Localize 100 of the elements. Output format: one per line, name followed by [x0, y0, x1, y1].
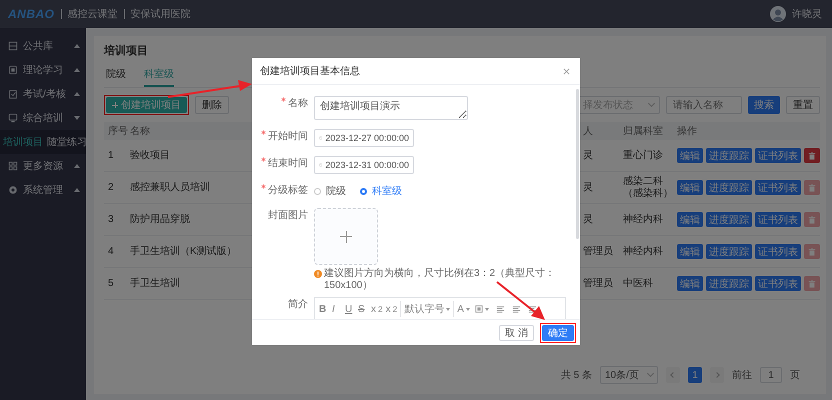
trash-icon	[808, 248, 816, 256]
nav-item[interactable]: 综合培训	[0, 106, 86, 130]
field-label: 开始时间	[258, 129, 308, 145]
action-button[interactable]: 编辑	[677, 212, 703, 227]
bold-button[interactable]: B	[319, 304, 329, 314]
italic-button[interactable]: I	[332, 304, 342, 314]
align-icon[interactable]	[496, 304, 505, 314]
nav-item[interactable]: 公共库	[0, 34, 86, 58]
table-cell: 防护用品穿脱	[130, 214, 190, 226]
avatar-icon[interactable]	[770, 6, 786, 22]
table-cell: 2	[108, 182, 114, 194]
tab[interactable]: 院级	[106, 64, 126, 87]
nav-item[interactable]: 考试/考核	[0, 82, 86, 106]
table-cell: 3	[108, 214, 114, 226]
action-button[interactable]: 证书列表	[755, 244, 801, 259]
plus-icon	[340, 230, 352, 242]
product-name: 感控云课堂	[68, 8, 118, 21]
action-button[interactable]: 编辑	[677, 276, 703, 291]
name-textarea[interactable]: 创建培训项目演示	[314, 96, 468, 120]
table-cell: 管理员	[583, 278, 613, 290]
nav-subitem[interactable]: 随堂练习	[47, 135, 87, 149]
table-cell: 手卫生培训（K测试版）	[130, 246, 237, 258]
cancel-button[interactable]: 取 消	[499, 324, 534, 340]
action-button[interactable]: 进度跟踪	[706, 212, 752, 227]
action-button[interactable]: 进度跟踪	[706, 148, 752, 163]
column-header: 序号	[108, 124, 128, 138]
table-cell: 感控兼职人员培训	[130, 182, 210, 194]
total-count: 共 5 条	[560, 368, 592, 382]
action-button[interactable]: 证书列表	[755, 180, 801, 195]
delete-icon-button[interactable]	[804, 148, 820, 163]
monitor-icon	[8, 113, 18, 123]
next-page-button[interactable]	[710, 367, 724, 383]
asterisk-icon	[261, 130, 266, 135]
delete-button[interactable]: 删除	[195, 96, 229, 114]
trash-icon	[808, 280, 816, 288]
background-color-icon[interactable]	[474, 305, 489, 313]
action-button[interactable]: 进度跟踪	[706, 180, 752, 195]
table-cell: 灵	[583, 150, 593, 162]
table-cell: 灵	[583, 182, 593, 194]
radio-option[interactable]: 院级	[314, 184, 346, 198]
nav-item[interactable]: 理论学习	[0, 58, 86, 82]
nav-subitem[interactable]: 培训项目	[3, 135, 43, 149]
table-cell: 神经内科	[623, 246, 663, 258]
align-icon[interactable]	[512, 304, 521, 314]
trash-icon	[808, 152, 816, 160]
user-name[interactable]: 许晓灵	[792, 7, 822, 21]
column-header: 人	[583, 125, 593, 138]
field-label: 名称	[258, 96, 308, 112]
action-button[interactable]: 编辑	[677, 244, 703, 259]
column-header: 操作	[677, 125, 697, 138]
action-button[interactable]: 编辑	[677, 148, 703, 163]
grid-icon	[8, 161, 18, 171]
strike-button[interactable]: S	[358, 304, 368, 314]
text-color-button[interactable]: A	[457, 304, 470, 314]
column-header: 归属科室	[623, 124, 663, 138]
radio-option[interactable]: 科室级	[360, 184, 402, 198]
action-button[interactable]: 证书列表	[755, 148, 801, 163]
table-cell: 管理员	[583, 246, 613, 258]
clock-icon	[319, 134, 322, 142]
datetime-field[interactable]: 2023-12-31 00:00:00	[314, 156, 414, 174]
field-label: 分级标签	[258, 183, 308, 199]
asterisk-icon	[281, 97, 286, 102]
font-size-select[interactable]: 默认字号	[404, 302, 450, 316]
action-button[interactable]: 编辑	[677, 180, 703, 195]
annotation-arrow	[496, 281, 545, 320]
trash-icon	[808, 216, 816, 224]
image-upload[interactable]	[314, 208, 378, 265]
underline-button[interactable]: U	[345, 304, 355, 314]
hospital-name: 安保试用医院	[130, 8, 190, 21]
align-icon[interactable]	[528, 304, 537, 314]
close-icon[interactable]	[563, 68, 570, 74]
table-cell: 5	[108, 278, 114, 290]
action-button[interactable]: 进度跟踪	[706, 244, 752, 259]
table-cell: 灵	[583, 214, 593, 226]
reset-button[interactable]: 重置	[786, 96, 820, 114]
logo: ANBAO	[8, 7, 54, 21]
plus-icon	[112, 102, 118, 108]
action-button[interactable]: 进度跟踪	[706, 276, 752, 291]
dialog-title: 创建培训项目基本信息	[260, 64, 360, 78]
name-input[interactable]: 请输入名称	[666, 96, 742, 114]
page-button[interactable]: 1	[688, 367, 702, 383]
hint-text: 建议图片方向为横向，尺寸比例在3：2（典型尺寸：150x100）	[324, 268, 556, 292]
field-label: 简介	[287, 298, 308, 312]
create-button[interactable]: 创建培训项目	[106, 97, 187, 113]
nav-item[interactable]: 更多资源	[0, 154, 86, 178]
datetime-field[interactable]: 2023-12-27 00:00:00	[314, 129, 414, 147]
nav-item[interactable]: 系统管理	[0, 178, 86, 202]
action-button[interactable]: 证书列表	[755, 276, 801, 291]
page-title: 培训项目	[104, 44, 149, 58]
clipboard-icon	[8, 89, 18, 99]
goto-input[interactable]: 1	[760, 367, 782, 383]
settings-icon	[8, 185, 18, 195]
confirm-button[interactable]: 确定	[542, 324, 574, 340]
action-button[interactable]: 证书列表	[755, 212, 801, 227]
page-suffix: 页	[790, 369, 800, 382]
previous-page-button[interactable]	[666, 367, 680, 383]
search-button[interactable]: 搜索	[748, 96, 780, 114]
page-size-select[interactable]: 10条/页	[600, 366, 658, 384]
asterisk-icon	[261, 157, 266, 162]
tab[interactable]: 科室级	[144, 64, 174, 87]
